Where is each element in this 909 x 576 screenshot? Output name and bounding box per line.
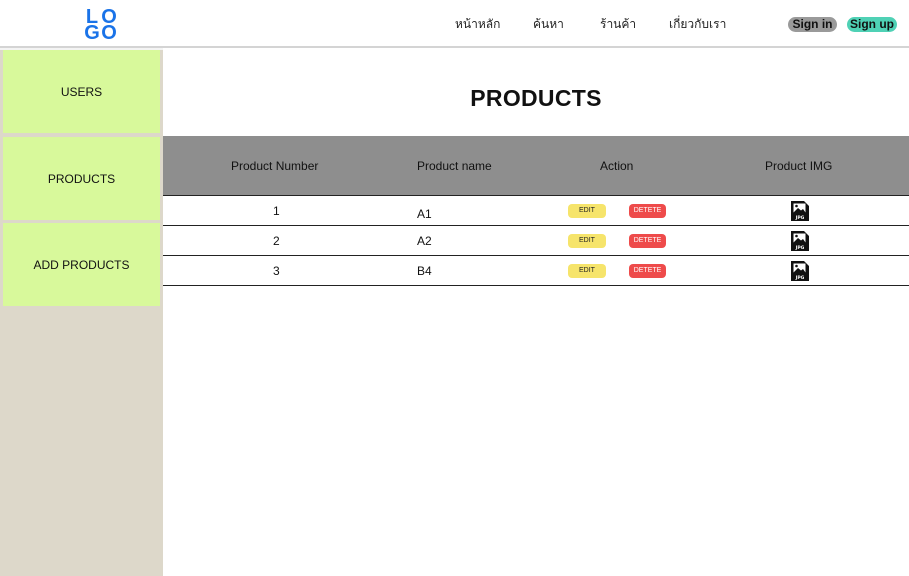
delete-button[interactable]: DETETE [629, 264, 666, 278]
product-name: B4 [417, 264, 432, 278]
jpg-file-icon[interactable]: JPG [790, 200, 810, 222]
product-number: 1 [273, 204, 280, 218]
table-row: 1 A1 EDIT DETETE JPG [163, 195, 909, 225]
sign-up-button[interactable]: Sign up [847, 17, 897, 32]
product-number: 3 [273, 264, 280, 278]
column-header-action: Action [600, 159, 634, 173]
sidebar-item-label: ADD PRODUCTS [33, 257, 130, 272]
svg-text:JPG: JPG [795, 275, 805, 281]
table-header: Product Number Product name Action Produ… [163, 136, 909, 195]
product-name: A1 [417, 207, 432, 221]
sidebar-item-label: PRODUCTS [47, 171, 116, 186]
nav-home[interactable]: หน้าหลัก [455, 15, 500, 34]
table-row: 3 B4 EDIT DETETE JPG [163, 255, 909, 286]
sidebar-item-products[interactable]: PRODUCTS [3, 137, 160, 220]
logo-letter: O [101, 22, 117, 44]
product-name: A2 [417, 234, 432, 248]
jpg-file-icon[interactable]: JPG [790, 260, 810, 282]
top-header: L O G O หน้าหลัก ค้นหา ร้านค้า เกี่ยวกับ… [0, 0, 909, 47]
logo[interactable]: L O G O [84, 7, 118, 44]
column-header-product-number: Product Number [231, 159, 319, 173]
sidebar-item-users[interactable]: USERS [3, 50, 160, 133]
logo-letter: G [84, 22, 100, 44]
sidebar-item-label: USERS [60, 84, 103, 99]
edit-button[interactable]: EDIT [568, 204, 606, 218]
svg-text:JPG: JPG [795, 215, 805, 221]
page-title: PRODUCTS [470, 85, 602, 111]
edit-button[interactable]: EDIT [568, 234, 606, 248]
sign-in-button[interactable]: Sign in [788, 17, 837, 32]
sidebar-item-add-products[interactable]: ADD PRODUCTS [3, 223, 160, 306]
table-row: 2 A2 EDIT DETETE JPG [163, 225, 909, 255]
svg-text:JPG: JPG [795, 245, 805, 251]
jpg-file-icon[interactable]: JPG [790, 230, 810, 252]
column-header-product-name: Product name [417, 159, 492, 173]
delete-button[interactable]: DETETE [629, 234, 666, 248]
nav-shop[interactable]: ร้านค้า [600, 15, 636, 34]
edit-button[interactable]: EDIT [568, 264, 606, 278]
product-number: 2 [273, 234, 280, 248]
column-header-product-img: Product IMG [765, 159, 833, 173]
delete-button[interactable]: DETETE [629, 204, 666, 218]
nav-about[interactable]: เกี่ยวกับเรา [669, 15, 726, 34]
nav-search[interactable]: ค้นหา [533, 15, 564, 34]
